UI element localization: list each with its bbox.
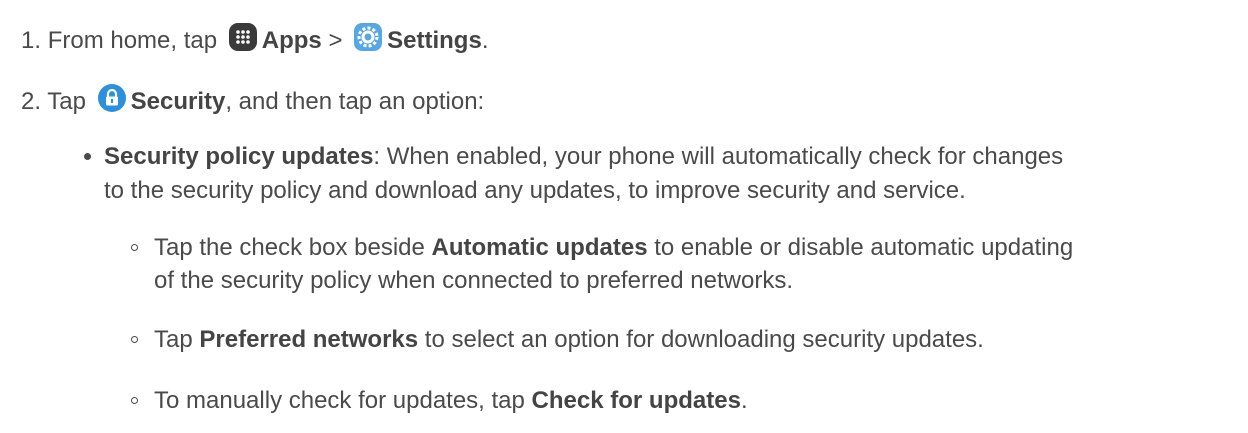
automatic-updates-label: Automatic updates xyxy=(431,234,648,261)
security-label: Security xyxy=(130,88,226,115)
step-2: 2. Tap Security, and then tap an option: xyxy=(21,83,484,117)
separator: > xyxy=(328,27,343,54)
sub-bullet-marker xyxy=(131,397,138,404)
subitem-text: to select an option for downloading secu… xyxy=(418,326,984,353)
subitem-line2: of the security policy when connected to… xyxy=(154,267,793,294)
settings-label: Settings xyxy=(387,27,482,54)
step-number: 2. xyxy=(21,88,42,115)
subitem-check-for-updates: To manually check for updates, tap Check… xyxy=(154,386,748,416)
subitem-text: to enable or disable automatic updating xyxy=(647,234,1074,261)
lock-icon xyxy=(97,83,127,113)
step-text: Tap xyxy=(47,88,86,115)
subitem-text: Tap the check box beside xyxy=(154,234,432,261)
apps-grid-icon xyxy=(228,22,258,52)
step-end: . xyxy=(481,27,489,54)
check-for-updates-label: Check for updates xyxy=(531,387,741,414)
step-suffix: , and then tap an option: xyxy=(225,88,485,115)
option-text-line1: : When enabled, your phone will automati… xyxy=(373,143,1064,170)
subitem-text: Tap xyxy=(154,326,200,353)
preferred-networks-label: Preferred networks xyxy=(199,326,419,353)
sub-bullet-marker xyxy=(131,336,138,343)
apps-label: Apps xyxy=(261,27,322,54)
option-security-policy-updates: Security policy updates: When enabled, y… xyxy=(104,142,1063,172)
subitem-preferred-networks: Tap Preferred networks to select an opti… xyxy=(154,325,984,355)
subitem-text: . xyxy=(740,387,748,414)
option-title: Security policy updates xyxy=(104,143,374,170)
settings-gear-icon xyxy=(353,22,383,52)
subitem-automatic-updates: Tap the check box beside Automatic updat… xyxy=(154,233,1073,263)
step-1: 1. From home, tap Apps > Settings. xyxy=(21,22,488,56)
sub-bullet-marker xyxy=(131,244,138,251)
step-text: From home, tap xyxy=(47,27,218,54)
bullet-marker xyxy=(84,153,91,160)
option-text-line2: to the security policy and download any … xyxy=(104,177,966,204)
step-number: 1. xyxy=(21,27,42,54)
subitem-text: To manually check for updates, tap xyxy=(154,387,532,414)
